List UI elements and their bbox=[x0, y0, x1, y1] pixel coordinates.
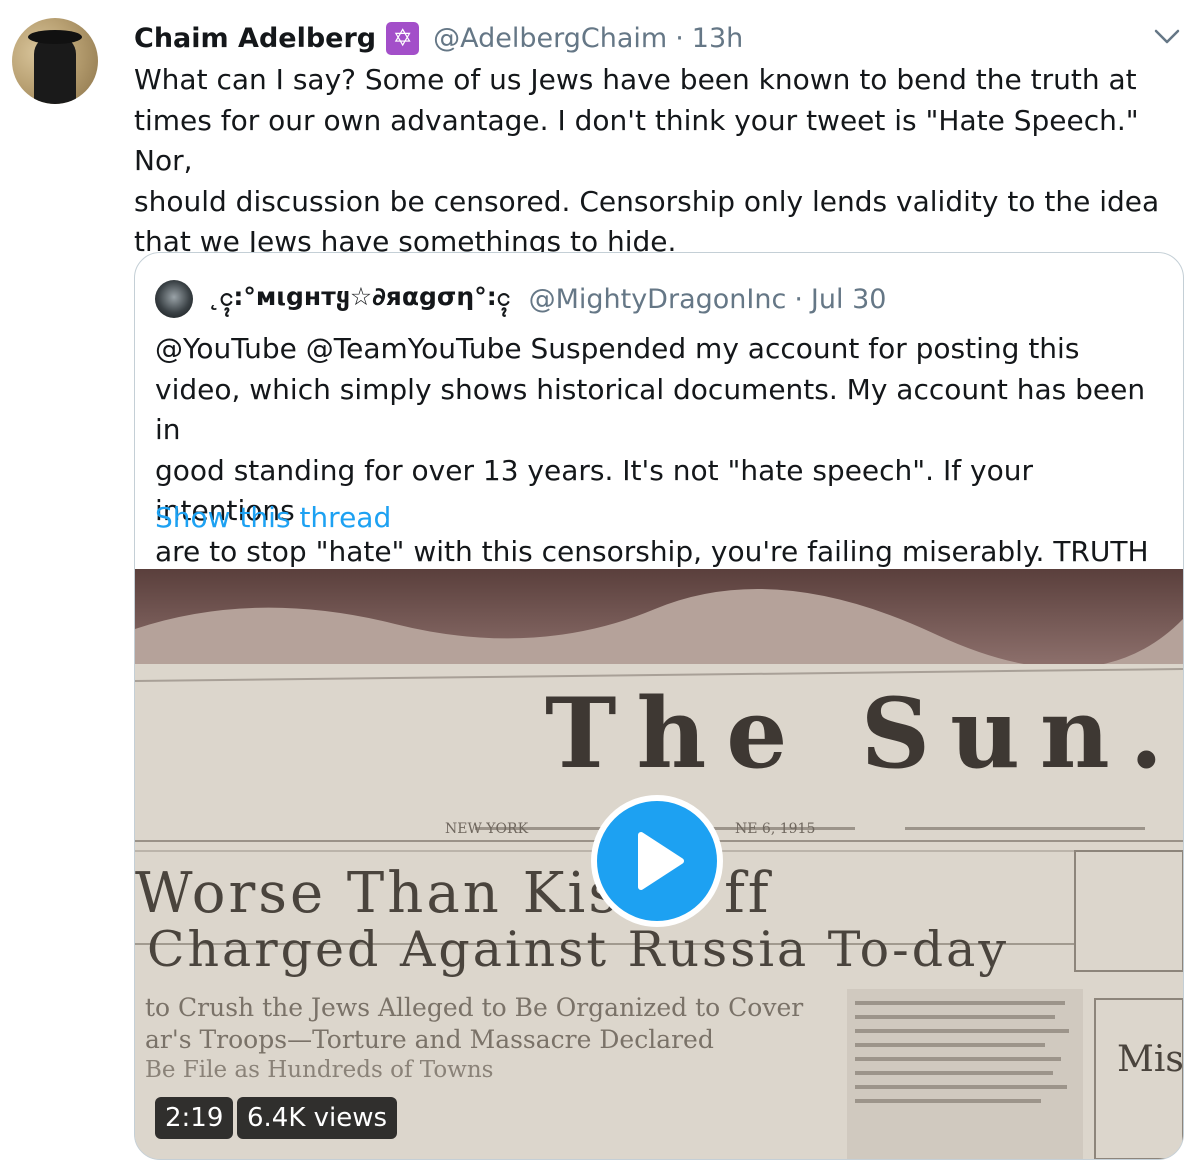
newspaper-dateline-right: NE 6, 1915 bbox=[735, 821, 816, 837]
star-of-david-icon: ✡ bbox=[386, 21, 420, 55]
quoted-timestamp: Jul 30 bbox=[810, 283, 887, 315]
author-handle[interactable]: @AdelbergChaim bbox=[433, 23, 667, 54]
quoted-header: ˛ၚ:°мιgнтყ☆∂яαgση°:ၚ @MightyDragonInc · … bbox=[155, 279, 886, 319]
avatar-figure bbox=[34, 36, 76, 104]
newspaper-dateline-left: NEW YORK bbox=[445, 821, 529, 837]
tweet-timestamp[interactable]: 13h bbox=[692, 23, 743, 54]
separator-dot: · bbox=[675, 22, 684, 54]
newspaper-side-box: Mis bbox=[1117, 1039, 1183, 1080]
play-icon bbox=[638, 832, 684, 890]
quoted-text: @YouTube @TeamYouTube Suspended my accou… bbox=[155, 332, 1149, 568]
tweet-header: Chaim Adelberg ✡ @AdelbergChaim · 13h bbox=[134, 18, 1180, 58]
video-views: 6.4K views bbox=[237, 1097, 398, 1139]
newspaper-headline-2: Charged Against Russia To-day bbox=[147, 921, 1010, 978]
author-avatar[interactable] bbox=[12, 18, 98, 104]
video-thumbnail[interactable]: The Sun. NEW YORK NE 6, 1915 Worse Than … bbox=[135, 569, 1183, 1159]
quoted-handle: @MightyDragonInc bbox=[528, 283, 787, 315]
separator-dot: · bbox=[794, 283, 803, 315]
quoted-avatar bbox=[155, 280, 193, 318]
newspaper-subhead-3: Be File as Hundreds of Towns bbox=[145, 1057, 494, 1083]
author-name[interactable]: Chaim Adelberg bbox=[134, 23, 376, 54]
quoted-author-name: ˛ၚ:°мιgнтყ☆∂яαgση°:ၚ bbox=[207, 281, 511, 311]
chevron-down-icon[interactable] bbox=[1154, 24, 1180, 50]
avatar-hat bbox=[28, 30, 82, 44]
newspaper-subhead-2: ar's Troops—Torture and Massacre Declare… bbox=[145, 1025, 714, 1054]
play-button[interactable] bbox=[591, 795, 723, 927]
show-thread-link[interactable]: Show this thread bbox=[155, 501, 391, 534]
newspaper-masthead: The Sun. bbox=[545, 677, 1183, 790]
newspaper-subhead-1: to Crush the Jews Alleged to Be Organize… bbox=[145, 993, 804, 1022]
video-duration: 2:19 bbox=[155, 1097, 234, 1139]
quoted-tweet[interactable]: ˛ၚ:°мιgнтყ☆∂яαgση°:ၚ @MightyDragonInc · … bbox=[134, 252, 1184, 1160]
tweet-text: What can I say? Some of us Jews have bee… bbox=[134, 63, 1160, 258]
